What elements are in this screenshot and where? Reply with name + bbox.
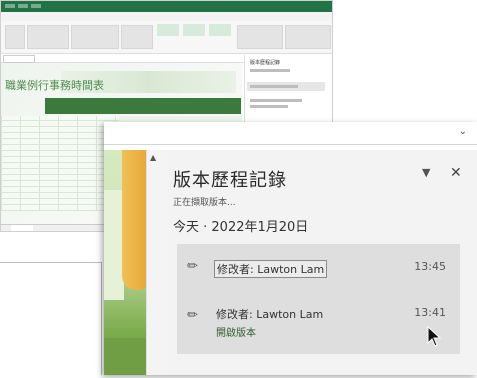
mini-pane-title: 版本歷程記錄 (250, 60, 281, 66)
version-author[interactable]: 修改者: Lawton Lam (214, 306, 325, 322)
sheet-title: 職業例行事務時間表 (5, 79, 104, 92)
version-history-pane: 版本歷程記錄 ▼ ✕ 正在擷取版本... 今天 · 2022年1月20日 ✏ 修… (161, 150, 477, 375)
scrollbar[interactable]: ▲ (146, 150, 162, 375)
version-author[interactable]: 修改者: Lawton Lam (214, 260, 328, 278)
sheet-tab[interactable] (11, 225, 33, 231)
slide-thumbnail (104, 150, 146, 375)
loading-status: 正在擷取版本... (173, 198, 236, 208)
date-heading: 今天 · 2022年1月20日 (173, 220, 309, 235)
mouse-cursor-icon (427, 326, 442, 347)
open-version-link[interactable]: 開啟版本 (216, 324, 256, 339)
scroll-up-icon[interactable]: ▲ (150, 153, 156, 162)
top-input-box[interactable]: ⌄ (104, 122, 477, 145)
version-time: 13:41 (414, 306, 446, 319)
excel-title-bar (1, 1, 332, 12)
chevron-down-icon[interactable]: ⌄ (459, 126, 467, 137)
close-icon[interactable]: ✕ (450, 165, 462, 181)
list-item[interactable]: ✏ 修改者: Lawton Lam 13:41 開啟版本 (177, 294, 460, 340)
version-time: 13:45 (414, 260, 446, 273)
version-list: ✏ 修改者: Lawton Lam 13:45 ✏ 修改者: Lawton La… (177, 244, 460, 354)
divider (101, 262, 102, 375)
list-item[interactable]: ✏ 修改者: Lawton Lam 13:45 (177, 244, 460, 290)
pencil-icon: ✏ (187, 259, 198, 274)
zoomed-callout: ⌄ ▲ 版本歷程記錄 ▼ ✕ 正在擷取版本... 今天 · 2022年1月20日… (104, 122, 477, 375)
chevron-down-icon[interactable]: ▼ (422, 166, 430, 179)
pencil-icon: ✏ (187, 308, 198, 323)
excel-ribbon (1, 21, 332, 54)
divider (0, 262, 102, 263)
sheet-grid[interactable] (1, 116, 119, 211)
excel-menu-bar: ​ (1, 12, 332, 21)
pane-title: 版本歷程記錄 (173, 170, 287, 191)
